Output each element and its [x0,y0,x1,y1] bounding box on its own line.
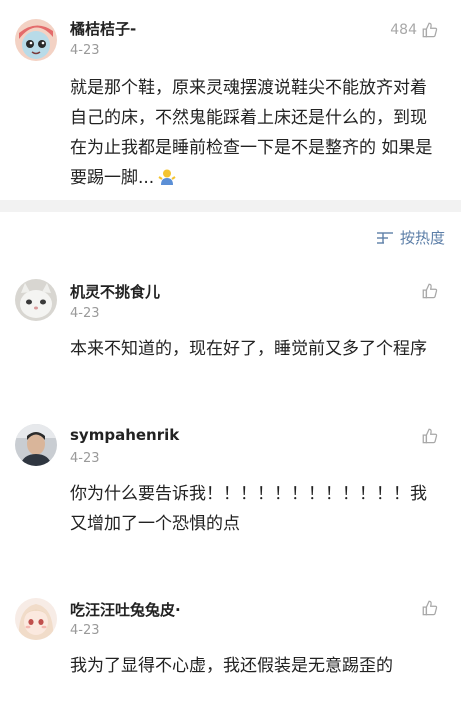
section-divider [0,200,461,212]
comment-author[interactable]: 吃汪汪吐兔兔皮· [70,599,181,620]
comment-date: 4-23 [70,623,100,638]
avatar[interactable] [15,598,57,640]
comment-text: 我为了显得不心虚，我还假装是无意踢歪的 [70,656,393,676]
shrug-emoji-icon [158,166,176,185]
comment-text: 就是那个鞋，原来灵魂摆渡说鞋尖不能放齐对着自己的床，不然鬼能踩着上床还是什么的，… [70,78,433,188]
like-button[interactable] [417,599,439,617]
sort-icon [376,231,394,245]
comment-date: 4-23 [70,43,100,58]
like-button[interactable] [417,282,439,300]
thumbs-up-icon [421,282,439,300]
sort-label: 按热度 [399,229,445,247]
comment-text: 你为什么要告诉我！！！！！！！！！！！！我又增加了一个恐惧的点 [70,484,427,534]
thumbs-up-icon [421,599,439,617]
avatar[interactable] [15,19,57,61]
comment-author[interactable]: sympahenrik [70,426,179,444]
avatar[interactable] [15,279,57,321]
thumbs-up-icon [421,427,439,445]
comment-text: 本来不知道的，现在好了，睡觉前又多了个程序 [70,339,427,359]
comment-author[interactable]: 橘桔桔子- [70,18,136,39]
comment-date: 4-23 [70,306,100,321]
comment-date: 4-23 [70,451,100,466]
sort-by-hot-button[interactable]: 按热度 [376,227,445,248]
like-count: 484 [390,22,417,38]
avatar[interactable] [15,424,57,466]
comment-author[interactable]: 机灵不挑食儿 [70,281,160,302]
like-button[interactable] [417,427,439,445]
thumbs-up-icon [421,21,439,39]
like-button[interactable]: 484 [390,21,439,39]
